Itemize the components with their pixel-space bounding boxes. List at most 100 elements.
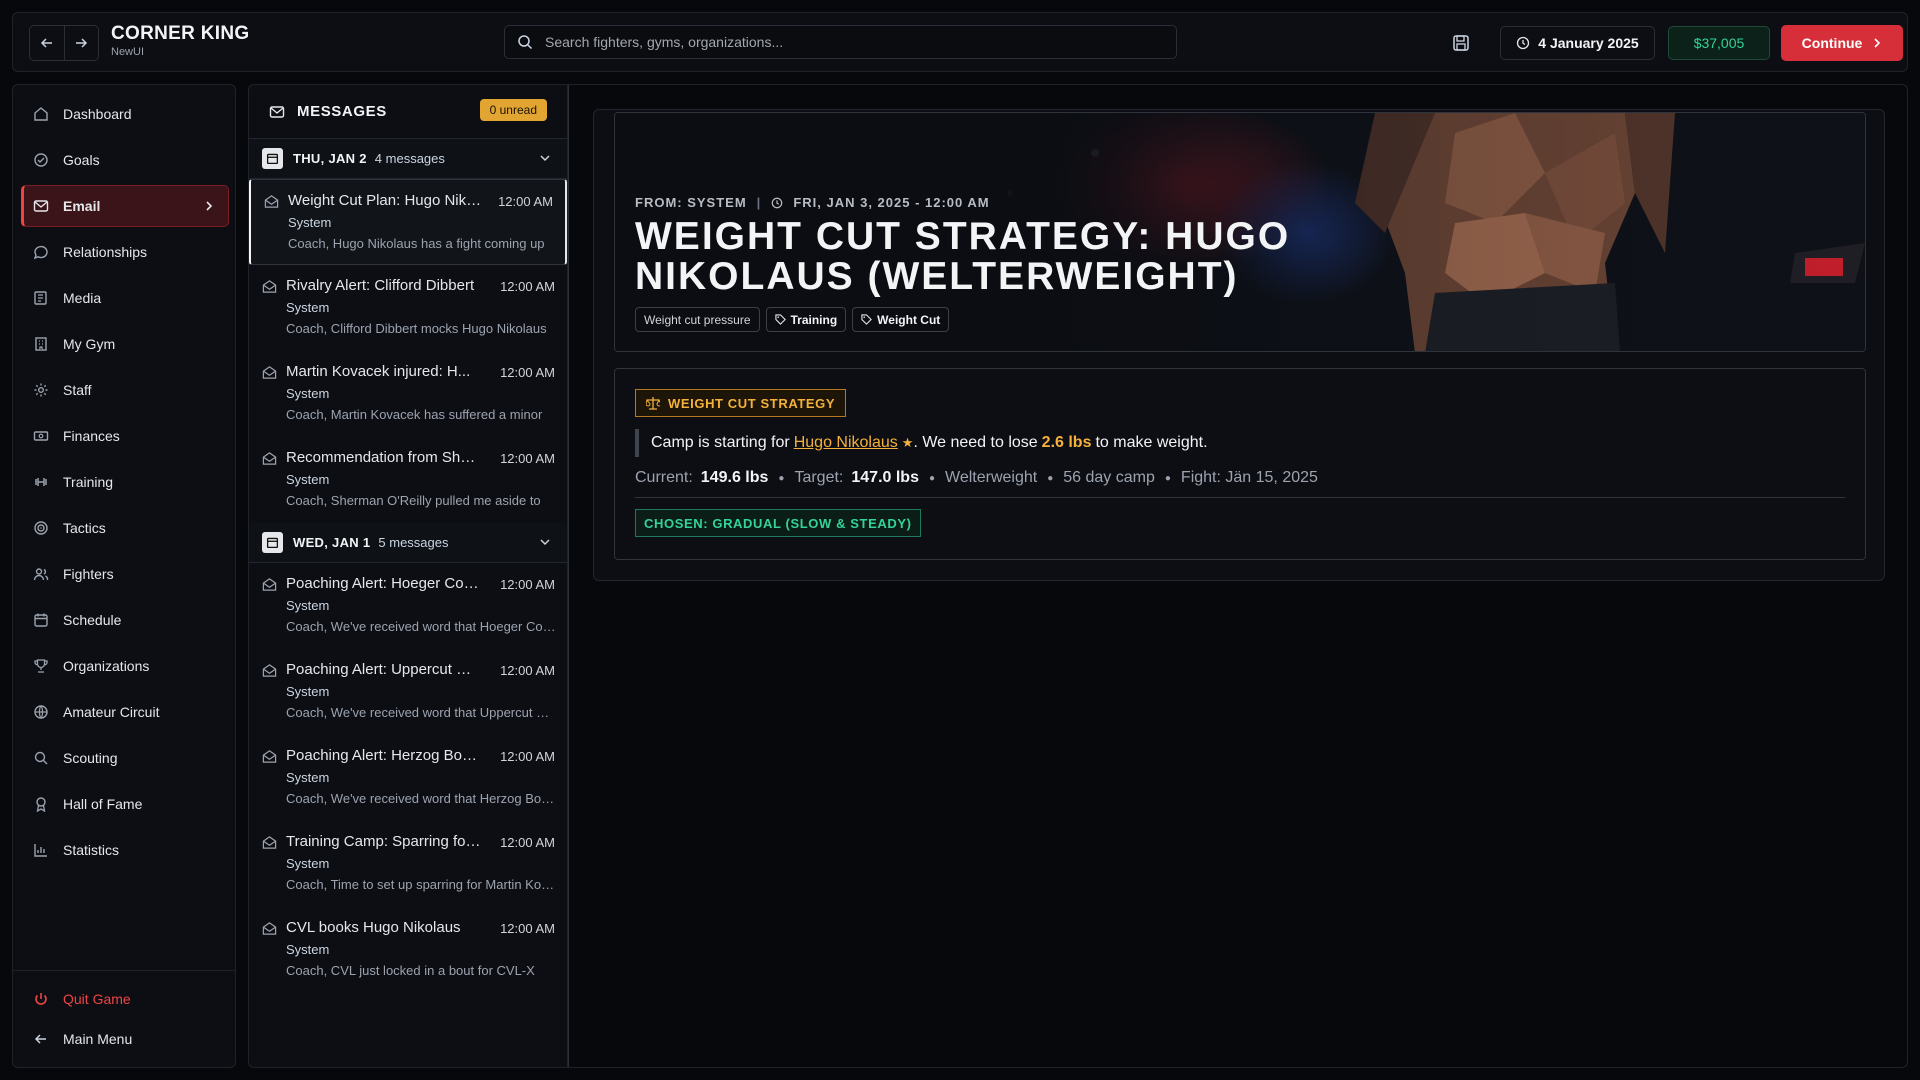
fighter-link[interactable]: Hugo Nikolaus <box>794 434 898 452</box>
scale-icon <box>646 397 660 410</box>
save-button[interactable] <box>1449 31 1473 55</box>
sidebar-item-tactics[interactable]: Tactics <box>21 507 229 549</box>
tag-icon <box>861 314 873 325</box>
divider <box>635 497 1845 498</box>
message-preview: Coach, Martin Kovacek has suffered a min… <box>286 407 543 422</box>
envelope-open-icon <box>262 365 277 385</box>
strategy-badge: WEIGHT CUT STRATEGY <box>635 389 847 417</box>
forward-button[interactable] <box>63 26 98 60</box>
search-input[interactable] <box>545 34 1145 50</box>
sidebar-item-amateur-circuit[interactable]: Amateur Circuit <box>21 691 229 733</box>
globe-icon <box>33 704 49 720</box>
message-item[interactable]: Poaching Alert: Herzog Boxing 12:00 AM Sys… <box>249 735 567 821</box>
group-count: 5 messages <box>378 535 449 550</box>
sidebar-item-finances[interactable]: Finances <box>21 415 229 457</box>
mail-icon <box>33 198 49 214</box>
sidebar: Dashboard Goals Email Relationships Media My … <box>12 84 236 1068</box>
main-menu-button[interactable]: Main Menu <box>21 1019 227 1059</box>
sidebar-item-scouting[interactable]: Scouting <box>21 737 229 779</box>
tag-label: Training <box>790 312 838 327</box>
stat-separator: ● <box>1164 472 1171 484</box>
sidebar-item-email[interactable]: Email <box>21 185 229 227</box>
trophy-icon <box>33 658 49 674</box>
stat-separator: ● <box>1047 472 1054 484</box>
back-button[interactable] <box>30 26 64 60</box>
message-preview: Coach, Hugo Nikolaus has a fight coming … <box>288 236 545 251</box>
email-tags: Weight cut pressure Training Weight Cut <box>635 307 950 332</box>
sidebar-item-schedule[interactable]: Schedule <box>21 599 229 641</box>
message-item[interactable]: Rivalry Alert: Clifford Dibbert 12:00 AM S… <box>249 265 567 351</box>
sidebar-item-label: Hall of Fame <box>63 796 143 812</box>
sidebar-item-my-gym[interactable]: My Gym <box>21 323 229 365</box>
sidebar-item-organizations[interactable]: Organizations <box>21 645 229 687</box>
sidebar-item-training[interactable]: Training <box>21 461 229 503</box>
group-count: 4 messages <box>374 151 445 166</box>
message-groups: THU, JAN 2 4 messages Weight Cut Plan: Hug… <box>249 139 567 993</box>
message-item[interactable]: Poaching Alert: Hoeger Combat 12:00 AM Sys… <box>249 563 567 649</box>
strategy-summary: Camp is starting for Hugo Nikolaus ★ . W… <box>635 429 1208 457</box>
banknote-icon <box>33 428 49 444</box>
envelope-open-icon <box>262 279 277 299</box>
message-item[interactable]: Martin Kovacek injured: H... 12:00 AM Syst… <box>249 351 567 437</box>
message-group-header[interactable]: THU, JAN 2 4 messages <box>249 139 567 179</box>
award-icon <box>33 796 49 812</box>
message-group-header[interactable]: WED, JAN 1 5 messages <box>249 523 567 563</box>
sidebar-item-media[interactable]: Media <box>21 277 229 319</box>
current-weight: 149.6 lbs <box>700 469 769 486</box>
app-subtitle: NewUI <box>111 46 145 58</box>
message-item[interactable]: Training Camp: Sparring for Martin 12:00 … <box>249 821 567 907</box>
sidebar-item-label: Finances <box>63 428 120 444</box>
message-sender: System <box>286 856 330 871</box>
tag-icon <box>774 314 786 325</box>
summary-post: to make weight. <box>1095 434 1208 451</box>
sidebar-item-label: Relationships <box>63 244 148 260</box>
gear-icon <box>33 382 49 398</box>
search-icon <box>518 35 533 50</box>
sidebar-item-staff[interactable]: Staff <box>21 369 229 411</box>
weight-class: Welterweight <box>945 469 1038 486</box>
sidebar-item-fighters[interactable]: Fighters <box>21 553 229 595</box>
users-icon <box>33 566 49 582</box>
tag-weight-cut[interactable]: Weight Cut <box>852 307 950 332</box>
sidebar-item-statistics[interactable]: Statistics <box>21 829 229 871</box>
tag-weight-cut-pressure[interactable]: Weight cut pressure <box>635 307 760 332</box>
message-time: 12:00 AM <box>500 921 555 936</box>
sidebar-item-hall-of-fame[interactable]: Hall of Fame <box>21 783 229 825</box>
arrow-right-icon <box>76 38 88 48</box>
email-from: FROM: SYSTEM <box>635 195 747 210</box>
message-item[interactable]: Recommendation from Sherman 12:00 AM Syste… <box>249 437 567 523</box>
message-item[interactable]: CVL books Hugo Nikolaus 12:00 AM System Coa… <box>249 907 567 993</box>
arrow-left-icon <box>40 38 52 48</box>
message-item[interactable]: Poaching Alert: Uppercut Gym 12:00 AM Syst… <box>249 649 567 735</box>
message-preview: Coach, We've received word that Hoeger C… <box>286 619 558 634</box>
quit-game-button[interactable]: Quit Game <box>21 979 227 1019</box>
sidebar-item-label: Amateur Circuit <box>63 704 160 720</box>
message-sender: System <box>286 472 330 487</box>
message-preview: Coach, CVL just locked in a bout for CVL… <box>286 963 535 978</box>
envelope-open-icon <box>262 577 277 597</box>
message-item[interactable]: Weight Cut Plan: Hugo Nikolaus 12:00 AM Sy… <box>249 179 567 265</box>
balance-value: $37,005 <box>1693 35 1745 51</box>
group-date: THU, JAN 2 <box>293 151 367 166</box>
sidebar-item-label: Email <box>63 198 101 214</box>
sidebar-nav: Dashboard Goals Email Relationships Media My … <box>21 93 229 875</box>
sidebar-item-label: Dashboard <box>63 106 132 122</box>
sidebar-item-label: Tactics <box>63 520 106 536</box>
message-sender: System <box>286 684 330 699</box>
stat-separator: ● <box>928 472 936 484</box>
sidebar-item-label: Statistics <box>63 842 120 858</box>
continue-button[interactable]: Continue <box>1781 25 1903 61</box>
message-time: 12:00 AM <box>500 577 555 592</box>
message-time: 12:00 AM <box>500 365 555 380</box>
sidebar-item-label: Training <box>63 474 114 490</box>
sidebar-item-label: Schedule <box>63 612 122 628</box>
tag-training[interactable]: Training <box>765 307 847 332</box>
sidebar-item-dashboard[interactable]: Dashboard <box>21 93 229 135</box>
message-preview: Coach, We've received word that Herzog B… <box>286 791 558 806</box>
messages-header: MESSAGES 0 unread <box>249 85 567 139</box>
game-date-label: 4 January 2025 <box>1538 35 1639 51</box>
sidebar-item-relationships[interactable]: Relationships <box>21 231 229 273</box>
sidebar-item-goals[interactable]: Goals <box>21 139 229 181</box>
target-icon <box>33 520 49 536</box>
email-view: FROM: SYSTEM | FRI, JAN 3, 2025 - 12:00 … <box>568 84 1908 1068</box>
